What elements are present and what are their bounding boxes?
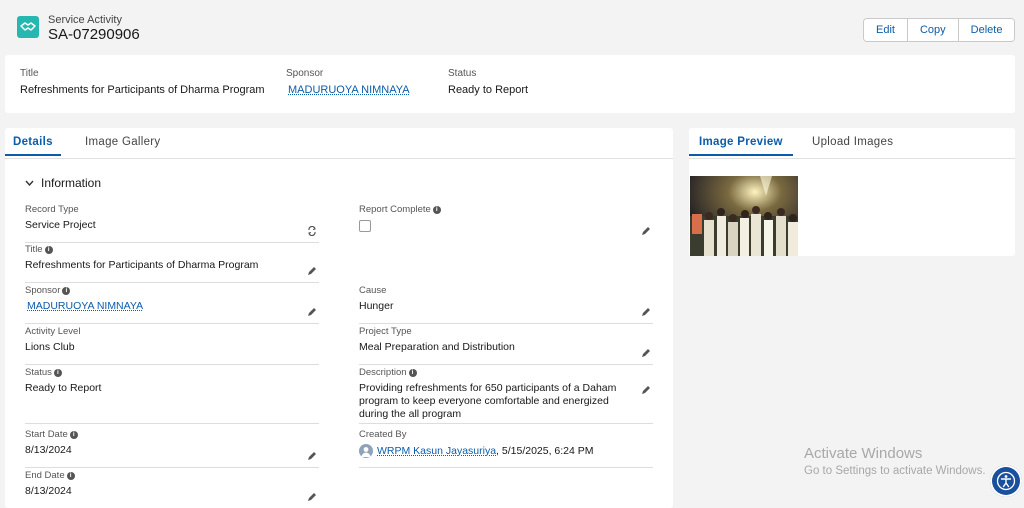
copy-button[interactable]: Copy [908,19,959,41]
accessibility-icon [996,471,1016,491]
highlights-panel: Title Refreshments for Participants of D… [5,55,1015,113]
info-icon[interactable]: i [54,369,62,377]
field-title: Title i Refreshments for Participants of … [25,242,319,283]
info-icon[interactable]: i [45,246,53,254]
field-start-date: Start Date i 8/13/2024 [25,427,319,468]
activate-windows-title: Activate Windows [804,445,922,462]
section-information-toggle[interactable]: Information [25,176,101,190]
record-type-label: Record Type [25,204,79,215]
end-date-value: 8/13/2024 [25,485,319,498]
description-value: Providing refreshments for 650 participa… [359,382,629,421]
report-complete-label: Report Complete [359,204,431,215]
cause-value: Hunger [359,300,653,313]
field-activity-level: Activity Level Lions Club [25,324,319,365]
side-tab-bar: Image Preview Upload Images [689,128,1015,159]
image-preview-card: Image Preview Upload Images [689,128,1015,256]
accessibility-button[interactable] [990,465,1022,497]
highlight-title: Title Refreshments for Participants of D… [20,68,265,96]
description-label: Description [359,367,407,378]
cause-label: Cause [359,285,386,296]
highlight-sponsor-link[interactable]: MADURUOYA NIMNAYA [288,84,410,96]
start-date-value: 8/13/2024 [25,444,319,457]
title-value: Refreshments for Participants of Dharma … [25,259,319,272]
change-record-type-icon[interactable] [307,226,317,236]
record-header: Service Activity SA-07290906 Edit Copy D… [0,0,1024,50]
main-tab-bar: Details Image Gallery [5,128,673,159]
pencil-icon[interactable] [641,307,651,317]
sponsor-label: Sponsor [25,285,60,296]
project-type-value: Meal Preparation and Distribution [359,341,653,354]
pencil-icon[interactable] [307,451,317,461]
field-report-complete: Report Complete i [359,202,653,242]
record-type-value: Service Project [25,219,319,232]
tab-details[interactable]: Details [5,136,61,156]
created-by-timestamp: , 5/15/2025, 6:24 PM [496,445,593,458]
report-complete-checkbox[interactable] [359,220,371,232]
highlight-status: Status Ready to Report [448,68,528,96]
info-icon[interactable]: i [70,431,78,439]
info-icon[interactable]: i [409,369,417,377]
tab-image-preview[interactable]: Image Preview [689,136,793,156]
highlight-title-label: Title [20,68,265,79]
end-date-label: End Date [25,470,65,481]
handshake-icon [17,16,39,38]
object-type-label: Service Activity [48,14,122,26]
pencil-icon[interactable] [307,307,317,317]
user-avatar-icon [359,444,373,458]
activity-level-value: Lions Club [25,341,319,354]
pencil-icon[interactable] [641,226,651,236]
pencil-icon[interactable] [307,492,317,502]
start-date-label: Start Date [25,429,68,440]
activate-windows-subtitle: Go to Settings to activate Windows. [804,465,986,477]
created-by-label: Created By [359,429,407,440]
action-button-group: Edit Copy Delete [863,18,1015,42]
title-label: Title [25,244,43,255]
field-sponsor: Sponsor i MADURUOYA NIMNAYA [25,283,319,324]
record-name: SA-07290906 [48,26,140,43]
section-title: Information [41,176,101,190]
highlight-sponsor-label: Sponsor [286,68,410,79]
pencil-icon[interactable] [641,385,651,395]
delete-button[interactable]: Delete [959,19,1015,41]
highlight-sponsor: Sponsor MADURUOYA NIMNAYA [286,68,410,96]
highlight-title-value: Refreshments for Participants of Dharma … [20,84,265,96]
chevron-down-icon [25,180,34,186]
highlight-status-value: Ready to Report [448,84,528,96]
field-cause: Cause Hunger [359,283,653,324]
tab-upload-images[interactable]: Upload Images [812,136,893,154]
field-status: Status i Ready to Report [25,365,319,424]
activity-level-label: Activity Level [25,326,80,337]
highlight-status-label: Status [448,68,528,79]
field-record-type: Record Type Service Project [25,202,319,243]
project-type-label: Project Type [359,326,412,337]
created-by-user-link[interactable]: WRPM Kasun Jayasuriya [377,445,496,458]
field-description: Description i Providing refreshments for … [359,365,653,424]
pencil-icon[interactable] [641,348,651,358]
status-value: Ready to Report [25,382,319,395]
info-icon[interactable]: i [433,206,441,214]
tab-image-gallery[interactable]: Image Gallery [85,136,160,154]
field-end-date: End Date i 8/13/2024 [25,468,319,508]
info-icon[interactable]: i [67,472,75,480]
preview-image[interactable] [690,176,798,256]
edit-button[interactable]: Edit [864,19,908,41]
details-card: Details Image Gallery Information Record… [5,128,673,508]
status-label: Status [25,367,52,378]
field-created-by: Created By WRPM Kasun Jayasuriya , 5/15/… [359,427,653,468]
pencil-icon[interactable] [307,266,317,276]
info-icon[interactable]: i [62,287,70,295]
sponsor-link[interactable]: MADURUOYA NIMNAYA [27,300,143,312]
field-project-type: Project Type Meal Preparation and Distri… [359,324,653,365]
